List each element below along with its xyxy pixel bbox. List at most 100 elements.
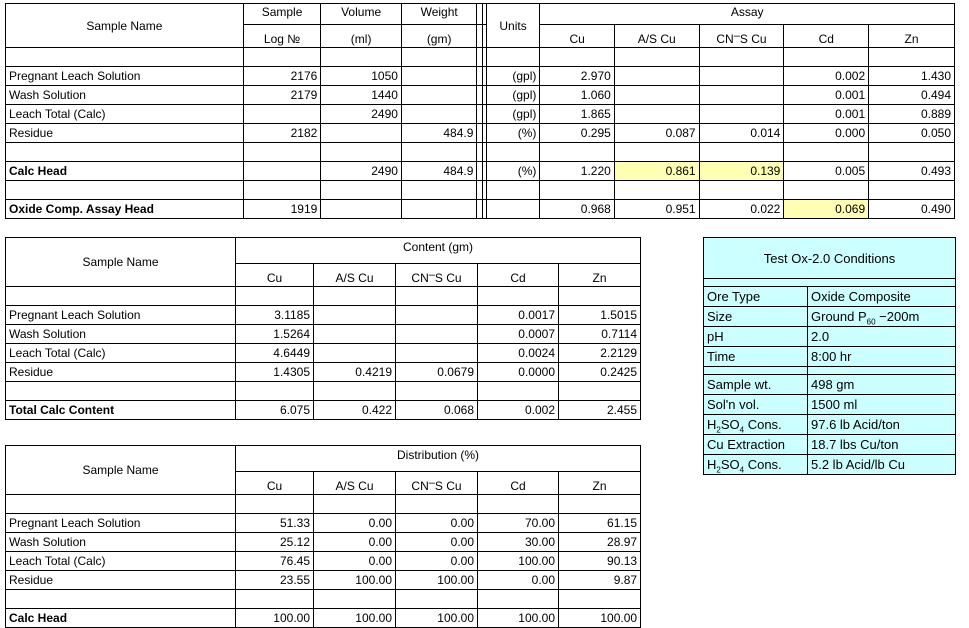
cell-zn: 0.2425 — [558, 362, 641, 382]
cell-zn: 2.2129 — [558, 343, 641, 363]
spacer-cell — [477, 286, 559, 306]
row-label: Pregnant Leach Solution — [5, 305, 236, 325]
cell-cu: 1.060 — [539, 85, 615, 105]
spacer-cell — [485, 142, 541, 162]
cell-cns-cu: 0.014 — [698, 123, 785, 143]
cell-volume — [320, 123, 402, 143]
cell-volume: 2490 — [320, 161, 402, 181]
assay-header-sample-log-line2: Log № — [242, 24, 322, 48]
spacer-cell — [395, 286, 478, 306]
table-row-oxide-head[interactable]: Oxide Comp. Assay Head 1919 0.968 0.951 … — [5, 199, 955, 219]
conditions-row-h2so4-cons-ton[interactable]: H2SO4 Cons. 97.6 lb Acid/ton — [703, 414, 957, 435]
conditions-row-sample-wt[interactable]: Sample wt. 498 gm — [703, 374, 957, 395]
conditions-key: Cu Extraction — [703, 434, 808, 455]
row-label: Calc Head — [5, 608, 236, 628]
conditions-value: 8:00 hr — [806, 346, 957, 367]
distribution-table-head-group: Sample Name Distribution (%) Cu A/S Cu C… — [5, 445, 642, 495]
cell-as-cu: 0.951 — [613, 199, 700, 219]
cell-cu: 2.970 — [539, 66, 615, 86]
content-table-head-group: Sample Name Content (gm) Cu A/S Cu CN–S … — [5, 237, 641, 287]
cell-cd: 0.001 — [783, 85, 870, 105]
cell-volume: 1050 — [320, 66, 402, 86]
conditions-key: Sol'n vol. — [703, 394, 808, 415]
content-header-cns-cu: CN–S Cu — [395, 263, 478, 287]
table-row[interactable]: Pregnant Leach Solution 3.1185 0.0017 1.… — [5, 305, 641, 325]
conditions-title: Test Ox-2.0 Conditions — [702, 237, 957, 279]
table-row[interactable]: Leach Total (Calc) 4.6449 0.0024 2.2129 — [5, 343, 641, 363]
table-row[interactable]: Residue 2182 484.9 (%) 0.295 0.087 0.014… — [5, 123, 955, 143]
assay-header-volume-line1: Volume — [320, 3, 402, 25]
spacer-cell — [313, 286, 396, 306]
table-row[interactable]: Wash Solution 2179 1440 (gpl) 1.060 0.00… — [5, 85, 955, 105]
assay-table[interactable]: Sample Name Sample Volume Weight Units A… — [5, 3, 955, 219]
content-table-body: Pregnant Leach Solution 3.1185 0.0017 1.… — [5, 286, 641, 420]
cell-cu: 76.45 — [235, 551, 314, 571]
conditions-row-cu-extraction[interactable]: Cu Extraction 18.7 lbs Cu/ton — [703, 434, 957, 455]
assay-spacer-row-1 — [5, 47, 955, 67]
conditions-row-ph[interactable]: pH 2.0 — [703, 326, 957, 347]
table-row[interactable]: Residue 1.4305 0.4219 0.0679 0.0000 0.24… — [5, 362, 641, 382]
conditions-key: pH — [703, 326, 808, 347]
cell-as-cu: 100.00 — [313, 608, 396, 628]
row-label: Wash Solution — [5, 85, 244, 105]
cell-units: (%) — [485, 123, 541, 143]
spacer-cell — [400, 180, 478, 200]
spacer-cell — [395, 589, 478, 609]
conditions-row-size[interactable]: Size Ground P60 −200m — [703, 306, 957, 327]
spacer-cell — [400, 47, 478, 67]
assay-header-as-cu: A/S Cu — [613, 24, 700, 48]
dist-spacer-row-1 — [5, 494, 642, 514]
cell-volume — [320, 199, 402, 219]
table-row[interactable]: Leach Total (Calc) 2490 (gpl) 1.865 0.00… — [5, 104, 955, 124]
cell-cd-highlighted: 0.069 — [783, 199, 870, 219]
dist-header-sample-name: Sample Name — [5, 445, 236, 495]
spacer-cell — [5, 589, 236, 609]
spacer-cell — [395, 381, 478, 401]
table-row-total[interactable]: Total Calc Content 6.075 0.422 0.068 0.0… — [5, 400, 641, 420]
cell-cns-cu: 100.00 — [395, 570, 478, 590]
table-row[interactable]: Residue 23.55 100.00 100.00 0.00 9.87 — [5, 570, 642, 590]
cell-cns-cu — [698, 66, 785, 86]
table-row[interactable]: Wash Solution 1.5264 0.0007 0.7114 — [5, 324, 641, 344]
conditions-row-h2so4-cons-lb-cu[interactable]: H2SO4 Cons. 5.2 lb Acid/lb Cu — [703, 454, 957, 475]
cell-cu: 1.4305 — [235, 362, 314, 382]
table-row[interactable]: Wash Solution 25.12 0.00 0.00 30.00 28.9… — [5, 532, 642, 552]
cell-zn: 0.493 — [868, 161, 955, 181]
content-table[interactable]: Sample Name Content (gm) Cu A/S Cu CN–S … — [5, 237, 641, 420]
spacer-cell — [5, 381, 236, 401]
cell-cns-cu — [395, 305, 478, 325]
conditions-key: Ore Type — [703, 286, 808, 307]
dist-header-cns-cu: CN–S Cu — [395, 471, 478, 495]
spacer-cell — [783, 47, 870, 67]
assay-spacer-row-3 — [5, 180, 955, 200]
assay-header-weight-line2: (gm) — [400, 24, 478, 48]
spacer-cell — [5, 142, 244, 162]
table-row-calc-head[interactable]: Calc Head 2490 484.9 (%) 1.220 0.861 0.1… — [5, 161, 955, 181]
table-row[interactable]: Pregnant Leach Solution 2176 1050 (gpl) … — [5, 66, 955, 86]
distribution-table[interactable]: Sample Name Distribution (%) Cu A/S Cu C… — [5, 445, 642, 628]
row-label: Calc Head — [5, 161, 244, 181]
conditions-value: 498 gm — [806, 374, 957, 395]
row-label: Oxide Comp. Assay Head — [5, 199, 244, 219]
spacer-cell — [868, 47, 955, 67]
assay-header-cu: Cu — [539, 24, 615, 48]
conditions-value: 2.0 — [806, 326, 957, 347]
cell-cns-cu: 0.0679 — [395, 362, 478, 382]
conditions-panel[interactable]: Test Ox-2.0 Conditions Ore Type Oxide Co… — [702, 237, 957, 475]
spacer-cell — [477, 589, 559, 609]
conditions-panel-body: Test Ox-2.0 Conditions Ore Type Oxide Co… — [702, 237, 957, 475]
spacer-cell — [558, 381, 641, 401]
conditions-row-time[interactable]: Time 8:00 hr — [703, 346, 957, 367]
assay-header-weight-line1: Weight — [400, 3, 478, 25]
table-row-calc-head[interactable]: Calc Head 100.00 100.00 100.00 100.00 10… — [5, 608, 642, 628]
conditions-row-ore-type[interactable]: Ore Type Oxide Composite — [703, 286, 957, 307]
conditions-row-soln-vol[interactable]: Sol'n vol. 1500 ml — [703, 394, 957, 415]
cell-weight — [400, 104, 478, 124]
cell-cns-cu-highlighted: 0.139 — [698, 161, 785, 181]
table-row[interactable]: Pregnant Leach Solution 51.33 0.00 0.00 … — [5, 513, 642, 533]
spacer-cell — [868, 142, 955, 162]
conditions-spacer-row-2 — [703, 366, 957, 375]
cell-as-cu — [613, 85, 700, 105]
dist-header-group-title: Distribution (%) — [234, 445, 642, 472]
table-row[interactable]: Leach Total (Calc) 76.45 0.00 0.00 100.0… — [5, 551, 642, 571]
